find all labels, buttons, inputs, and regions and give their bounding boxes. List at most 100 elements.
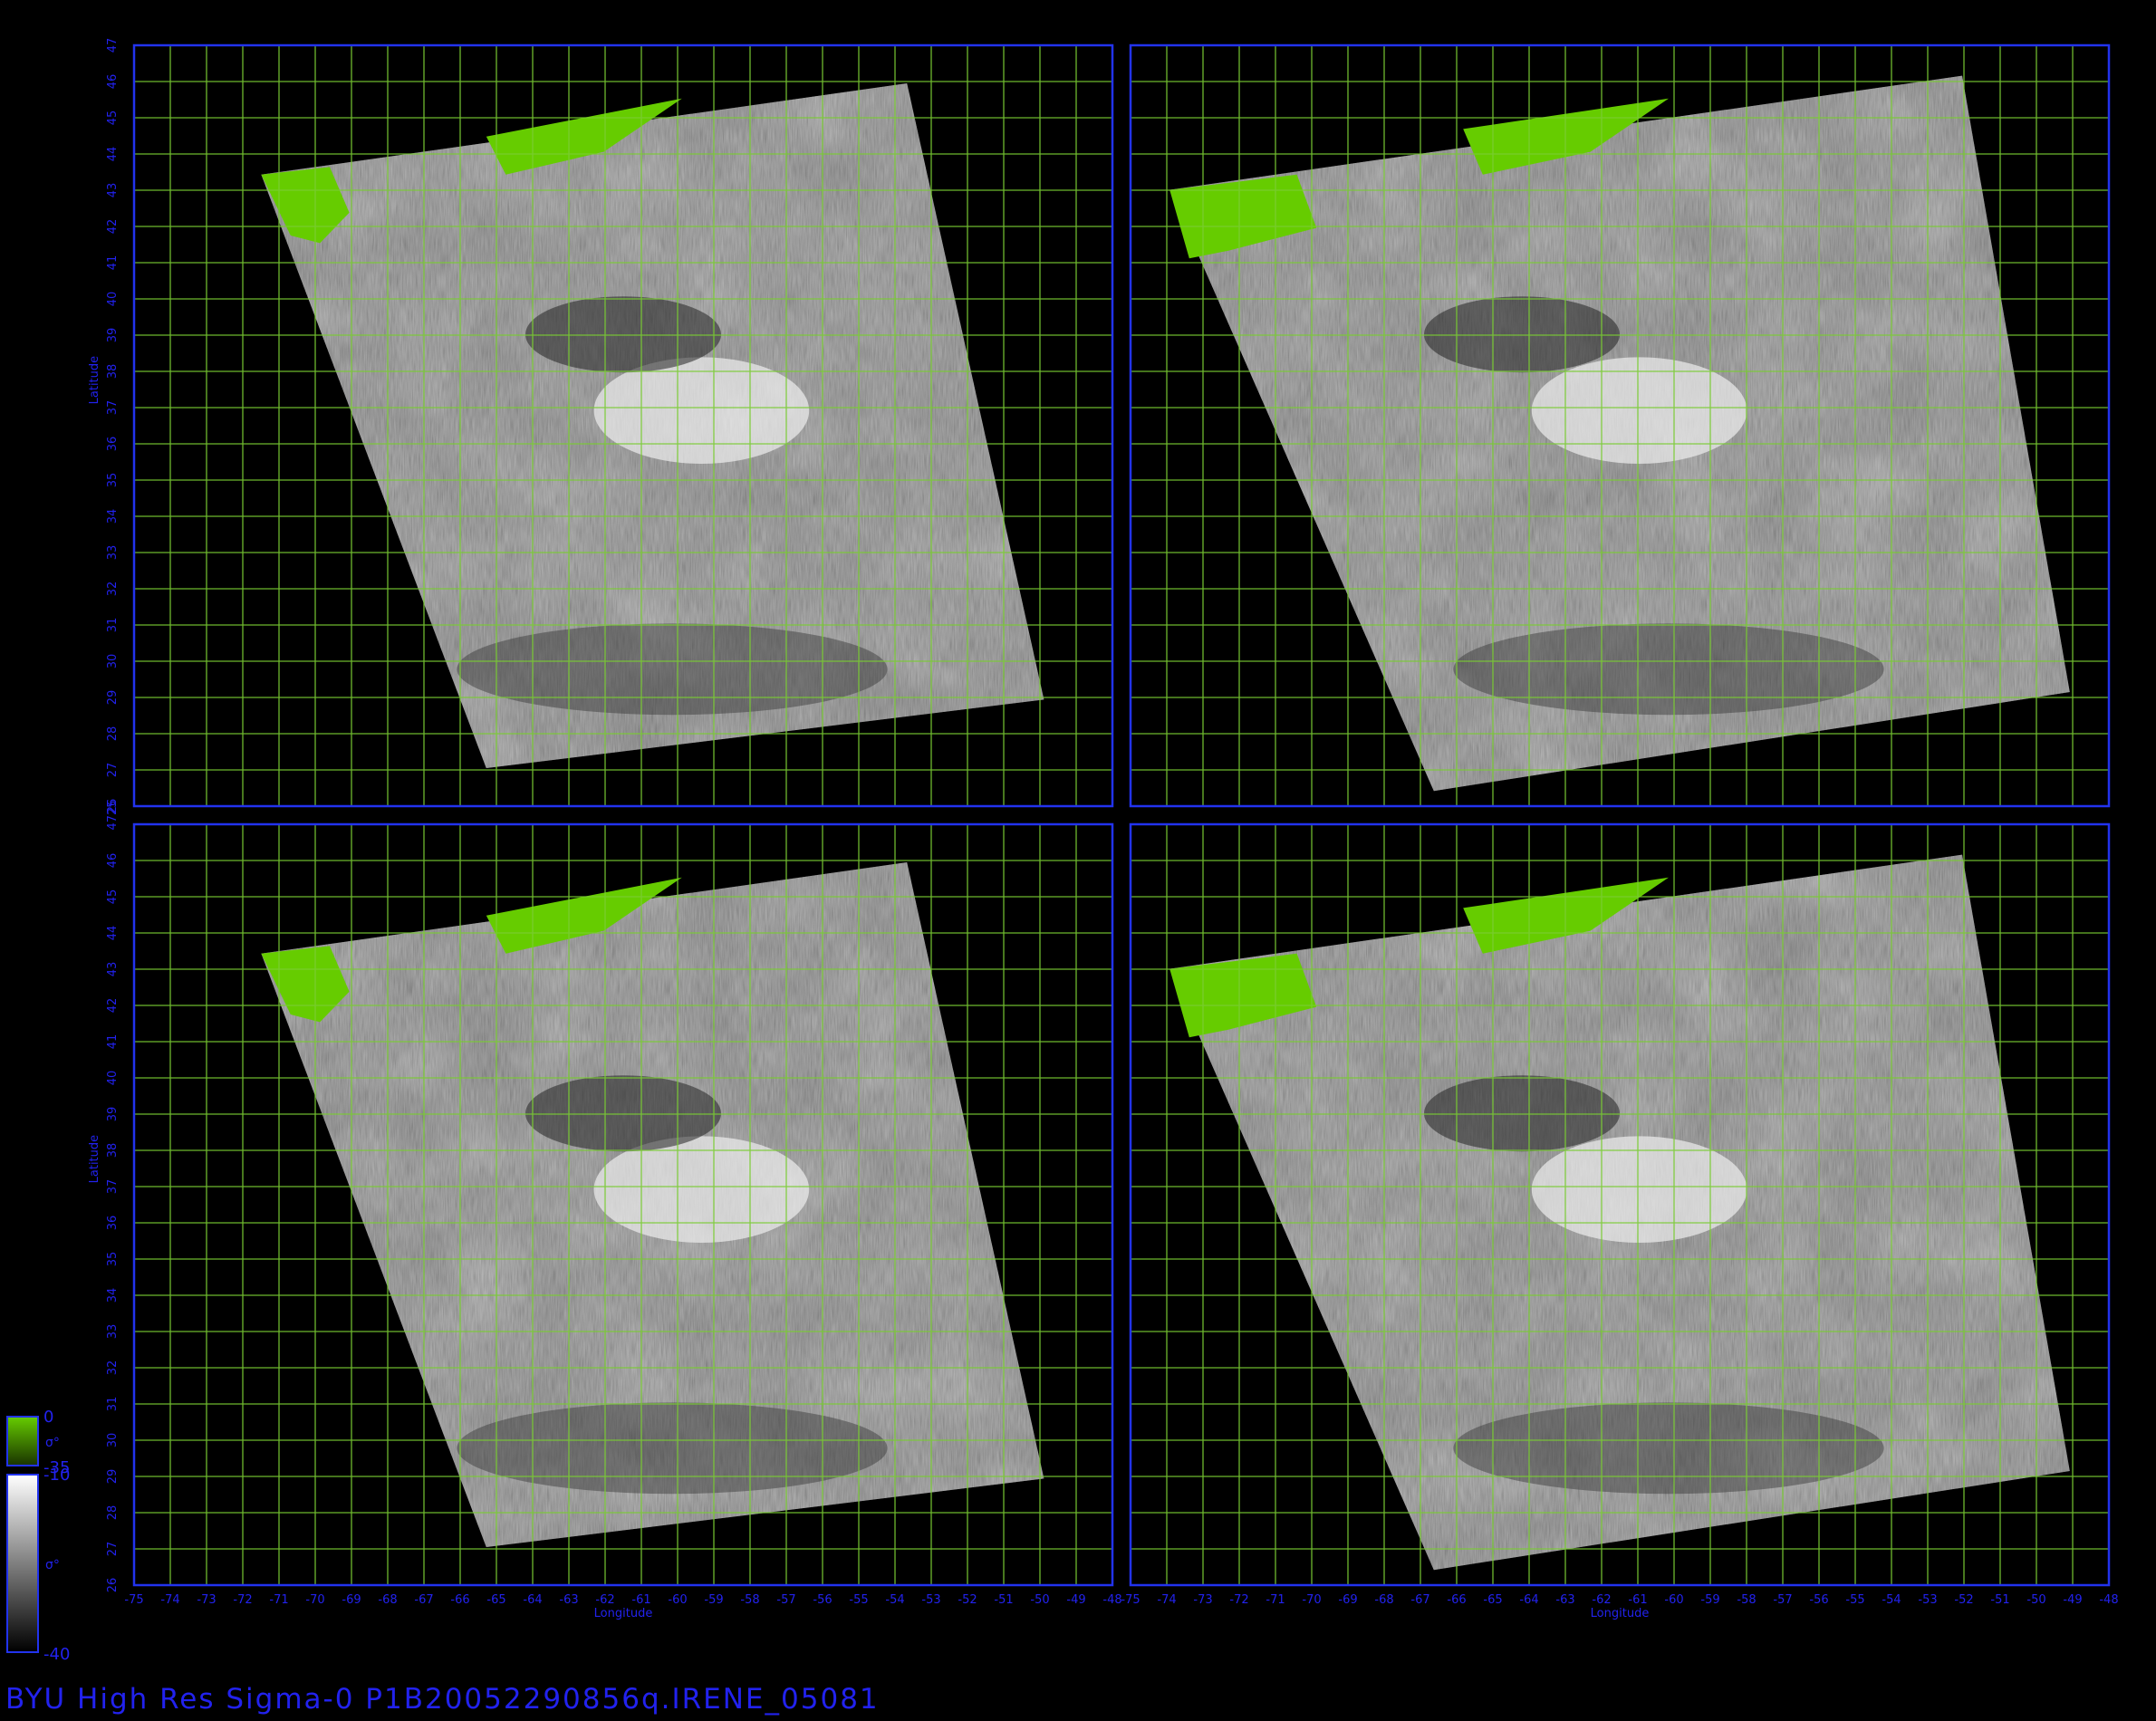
lon-tick-label: -58 [1737,1593,1756,1607]
lon-tick-label: -61 [631,1593,650,1607]
lon-tick-label: -57 [776,1593,795,1607]
lat-tick-label: 43 [106,183,120,198]
lat-tick-label: 40 [106,1071,120,1086]
lon-tick-label: -51 [1990,1593,2009,1607]
lon-tick-label: -48 [1102,1593,1121,1607]
lat-tick-label: 33 [106,545,120,561]
lat-tick-label: 41 [106,1034,120,1050]
lat-tick-label: 38 [106,1143,120,1159]
lon-tick-label: -66 [450,1593,469,1607]
lat-tick-label: 31 [106,1397,120,1412]
colorbar-min-label: -40 [43,1645,70,1664]
colorbar-max-label: 0 [43,1408,53,1427]
lat-tick-label: 27 [106,1542,120,1557]
lat-tick-label: 45 [106,111,120,126]
colorbar-2: -10 -40 σ° [6,1466,70,1664]
lat-tick-label: 43 [106,962,120,977]
lat-tick-label: 42 [106,998,120,1014]
lat-tick-label: 46 [106,853,120,869]
lon-tick-label: -64 [523,1593,542,1607]
backscatter-swath [261,862,1044,1547]
lon-tick-label: -50 [1030,1593,1049,1607]
lon-tick-label: -69 [1338,1593,1357,1607]
lon-tick-label: -75 [1121,1593,1140,1607]
lat-tick-label: 32 [106,1360,120,1376]
lat-tick-label: 30 [106,654,120,669]
lat-tick-label: 34 [106,1288,120,1303]
lon-tick-label: -72 [1229,1593,1248,1607]
map-panel-1: 2627282930313233343536373839404142434445… [88,38,1114,831]
lat-tick-label: 40 [106,292,120,307]
lat-tick-label: 44 [106,147,120,162]
lon-tick-label: -58 [740,1593,759,1607]
lat-tick-label: 28 [106,726,120,742]
lon-tick-label: -53 [921,1593,940,1607]
colorbar-unit-label: σ° [45,1558,60,1572]
lon-tick-label: -54 [1882,1593,1901,1607]
lon-tick-label: -65 [1483,1593,1502,1607]
y-axis-label: Latitude [88,1135,101,1184]
lat-tick-label: 36 [106,437,120,452]
lat-tick-label: 45 [106,889,120,905]
lon-tick-label: -70 [305,1593,324,1607]
lat-tick-label: 30 [106,1433,120,1448]
map-panel-4: -75 -74 -73 -72 -71 -70 -69 -68 -67 -66 -65 -64 -63 -… [1121,822,2119,1620]
lat-tick-label: 39 [106,1107,120,1122]
lon-tick-label: -72 [233,1593,252,1607]
corner-label: 4725 [106,800,120,830]
lon-tick-label: -57 [1773,1593,1792,1607]
lat-tick-label: 36 [106,1216,120,1231]
lon-tick-label: -61 [1628,1593,1647,1607]
lat-tick-label: 29 [106,690,120,706]
lon-tick-label: -50 [2026,1593,2045,1607]
backscatter-swath [1169,75,2070,792]
lat-tick-label: 34 [106,509,120,524]
x-axis-label: Longitude [1591,1607,1650,1620]
colorbar-unit-label: σ° [45,1436,60,1450]
lat-tick-label: 46 [106,74,120,90]
lat-tick-label: 37 [106,400,120,416]
lon-tick-label: -74 [1157,1593,1176,1607]
lat-tick-label: 39 [106,328,120,343]
lon-tick-label: -48 [2099,1593,2118,1607]
lon-tick-label: -70 [1302,1593,1321,1607]
lon-tick-label: -62 [1592,1593,1611,1607]
lon-tick-label: -52 [958,1593,977,1607]
lon-tick-label: -56 [813,1593,832,1607]
lat-tick-label: 47 [106,38,120,53]
lon-tick-label: -63 [1555,1593,1574,1607]
lon-tick-label: -49 [1066,1593,1085,1607]
lon-tick-label: -55 [1845,1593,1864,1607]
lon-tick-label: -63 [559,1593,578,1607]
lon-tick-label: -59 [704,1593,723,1607]
y-axis-label: Latitude [88,356,101,405]
lon-tick-label: -73 [1193,1593,1212,1607]
backscatter-swath [261,83,1044,768]
lat-tick-label: 28 [106,1505,120,1521]
lat-tick-label: 27 [106,763,120,778]
lon-tick-label: -59 [1700,1593,1719,1607]
lon-tick-label: -65 [486,1593,505,1607]
lon-tick-label: -53 [1918,1593,1937,1607]
map-panel-3: 26 27 28 29 30 31 32 33 34 35 36 37 38 39 40 41 42 43 44 45… [88,822,1122,1620]
lon-tick-label: -73 [197,1593,216,1607]
map-panel-2 [1129,43,2111,808]
lat-tick-label: 42 [106,219,120,235]
lon-tick-label: -55 [849,1593,868,1607]
lat-tick-label: 32 [106,582,120,597]
lon-tick-label: -67 [414,1593,433,1607]
lat-tick-label: 38 [106,364,120,380]
lon-tick-label: -52 [1954,1593,1973,1607]
lat-tick-label: 35 [106,1252,120,1267]
colorbar-max-label: -10 [43,1466,70,1485]
lon-tick-label: -67 [1410,1593,1429,1607]
lat-tick-label: 41 [106,255,120,271]
lon-tick-label: -66 [1447,1593,1466,1607]
lat-tick-label: 26 [106,1578,120,1593]
lat-tick-label: 44 [106,926,120,941]
figure-title: BYU High Res Sigma-0 P1B20052290856q.IRE… [5,1683,880,1716]
lon-tick-label: -62 [595,1593,614,1607]
lon-tick-label: -71 [1266,1593,1285,1607]
lon-tick-label: -68 [1374,1593,1393,1607]
lat-tick-label: 29 [106,1469,120,1485]
